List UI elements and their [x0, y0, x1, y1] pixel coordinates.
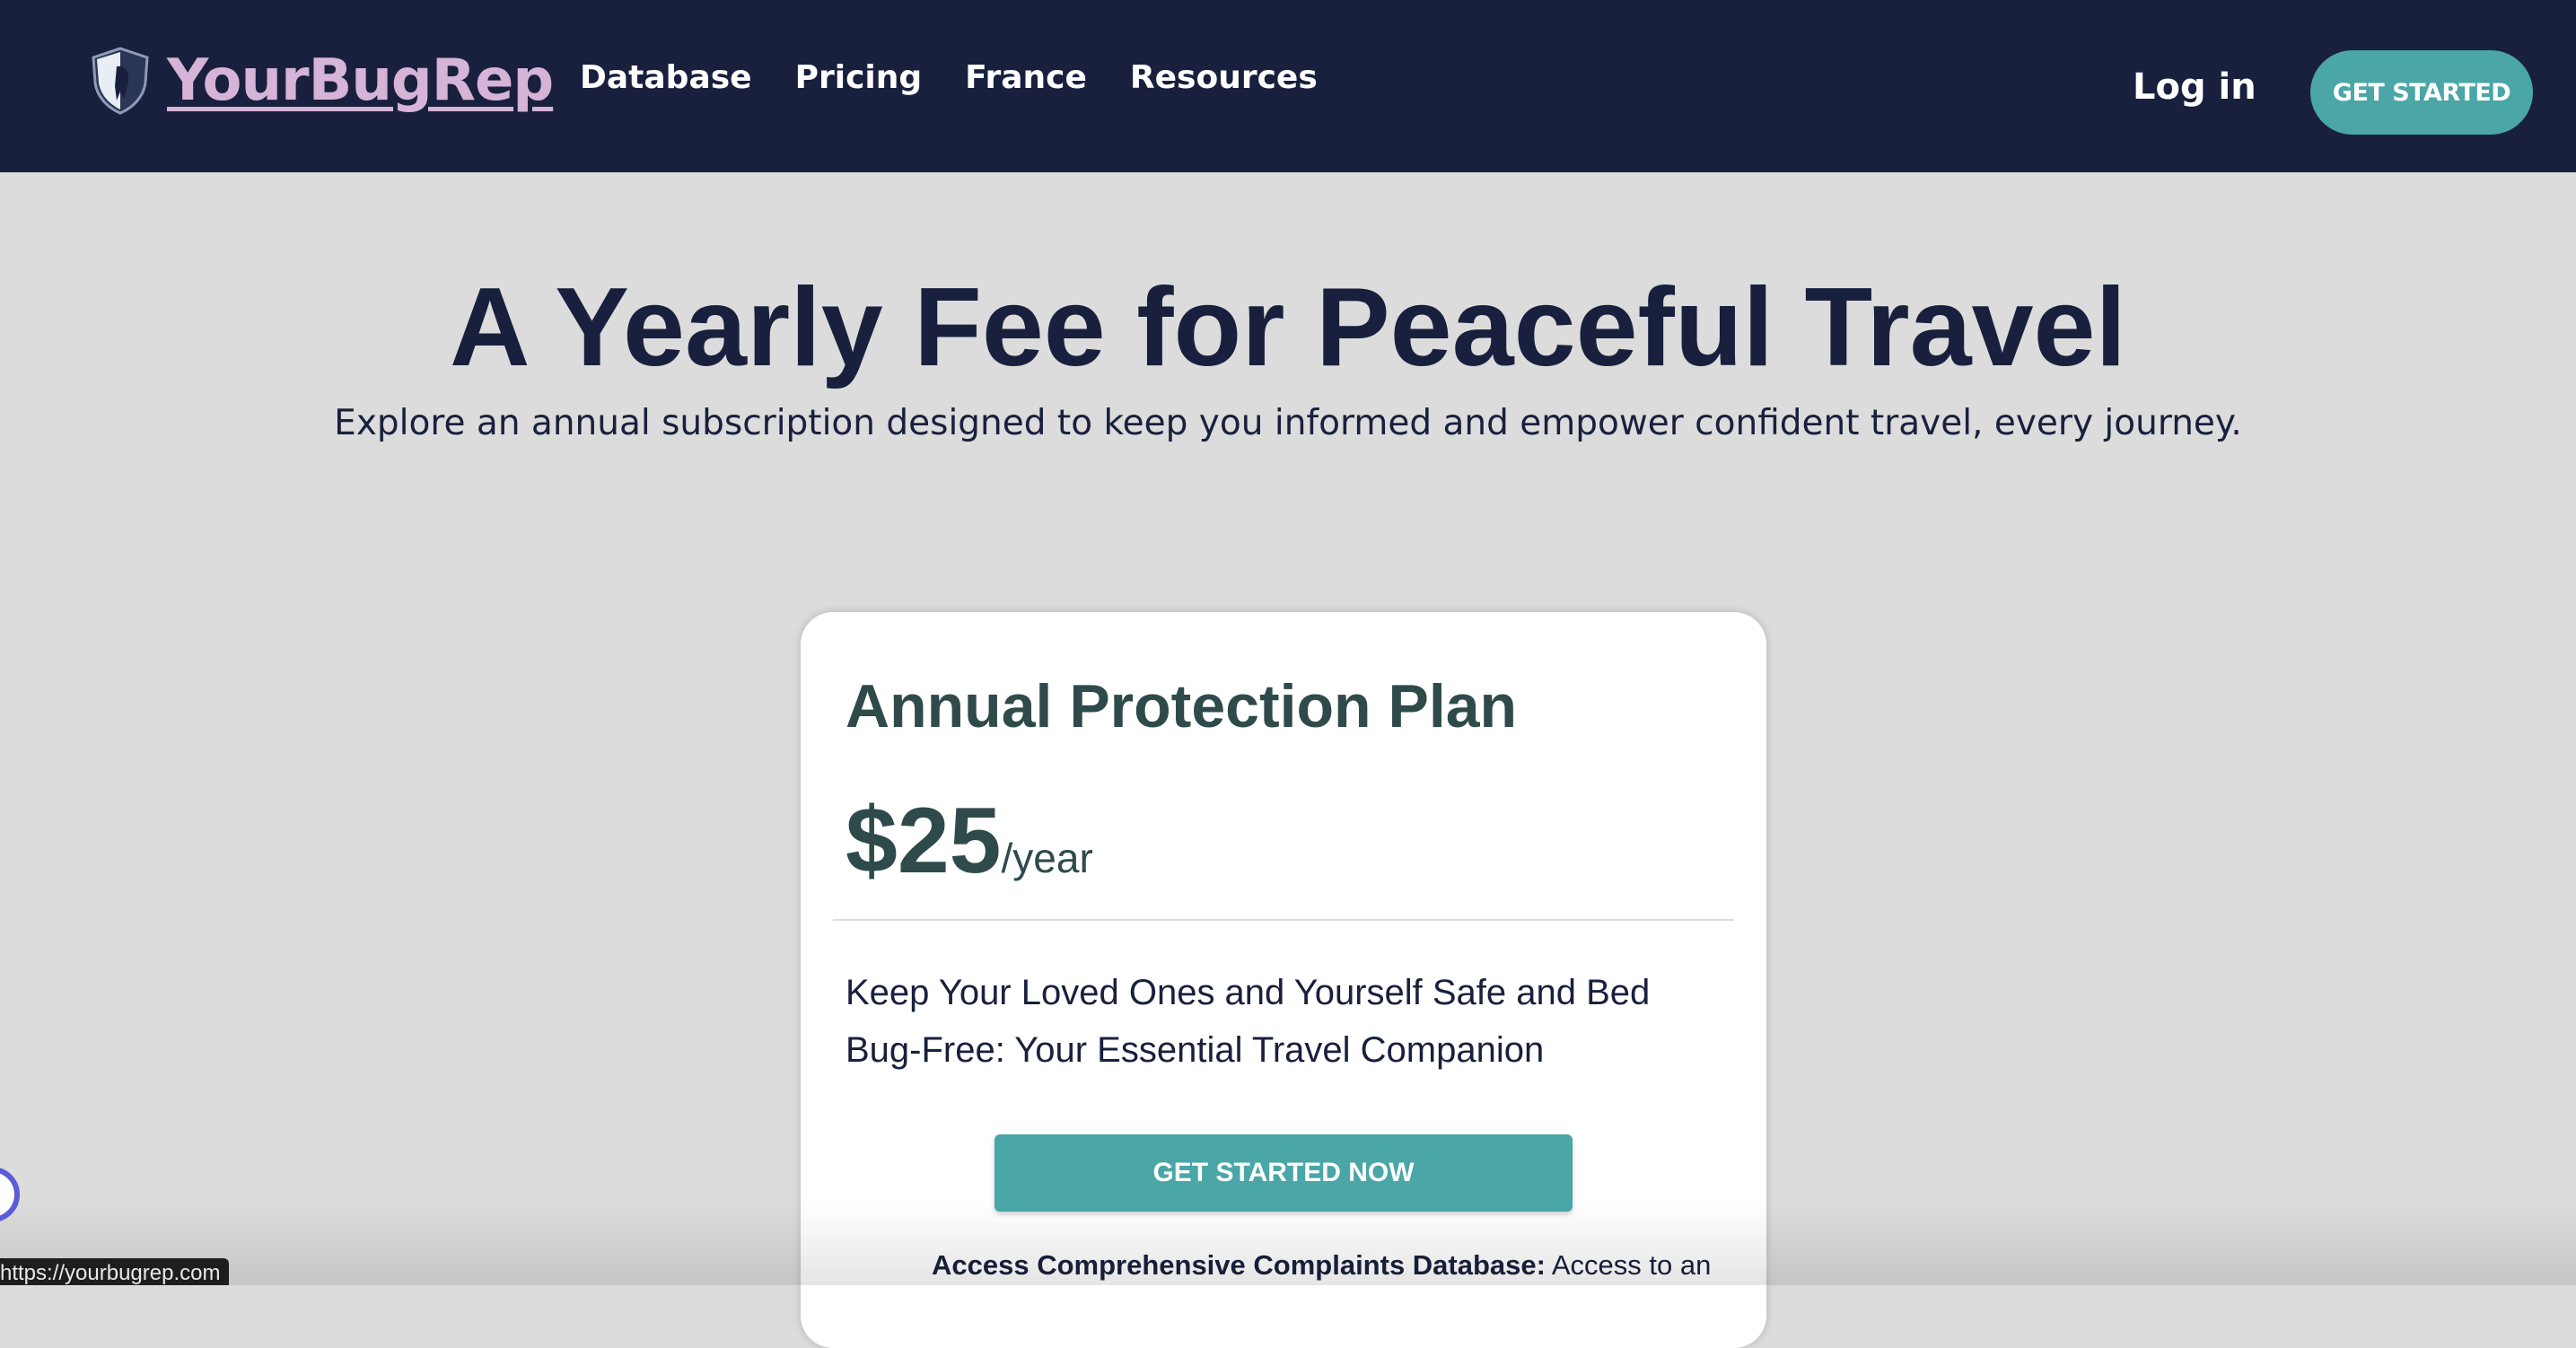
nav-link-france[interactable]: France — [965, 59, 1087, 96]
chat-widget-icon[interactable] — [0, 1167, 20, 1222]
page-subtitle: Explore an annual subscription designed … — [334, 403, 2242, 443]
page-title: A Yearly Fee for Peaceful Travel — [450, 266, 2126, 390]
nav-link-database[interactable]: Database — [580, 59, 752, 96]
plan-name: Annual Protection Plan — [846, 672, 1518, 740]
plan-tagline: Keep Your Loved Ones and Yourself Safe a… — [846, 973, 1651, 1070]
feature-item: Access Comprehensive Complaints Database… — [932, 1249, 1711, 1282]
pricing-card: Annual Protection Plan $25 /year Keep Yo… — [801, 612, 1766, 1348]
plan-price: $25 /year — [846, 788, 1093, 895]
shield-icon — [92, 47, 149, 115]
price-amount: $25 — [846, 789, 1002, 893]
navbar: YourBugRep Database Pricing France Resou… — [0, 0, 2576, 172]
brand-logo-link[interactable]: YourBugRep — [90, 47, 554, 115]
nav-link-resources[interactable]: Resources — [1130, 59, 1318, 96]
login-link[interactable]: Log in — [2133, 66, 2256, 108]
price-period: /year — [1001, 835, 1093, 881]
status-bar-url: https://yourbugrep.com — [0, 1258, 230, 1285]
main-nav: Database Pricing France Resources — [580, 59, 1318, 96]
get-started-button[interactable]: GET STARTED — [2310, 50, 2533, 135]
feature-text: Access to an — [1545, 1249, 1712, 1281]
card-divider — [833, 919, 1734, 921]
nav-link-pricing[interactable]: Pricing — [795, 59, 923, 96]
get-started-now-button[interactable]: GET STARTED NOW — [994, 1134, 1573, 1212]
feature-title: Access Comprehensive Complaints Database… — [932, 1249, 1546, 1281]
brand-name: YourBugRep — [167, 48, 554, 114]
